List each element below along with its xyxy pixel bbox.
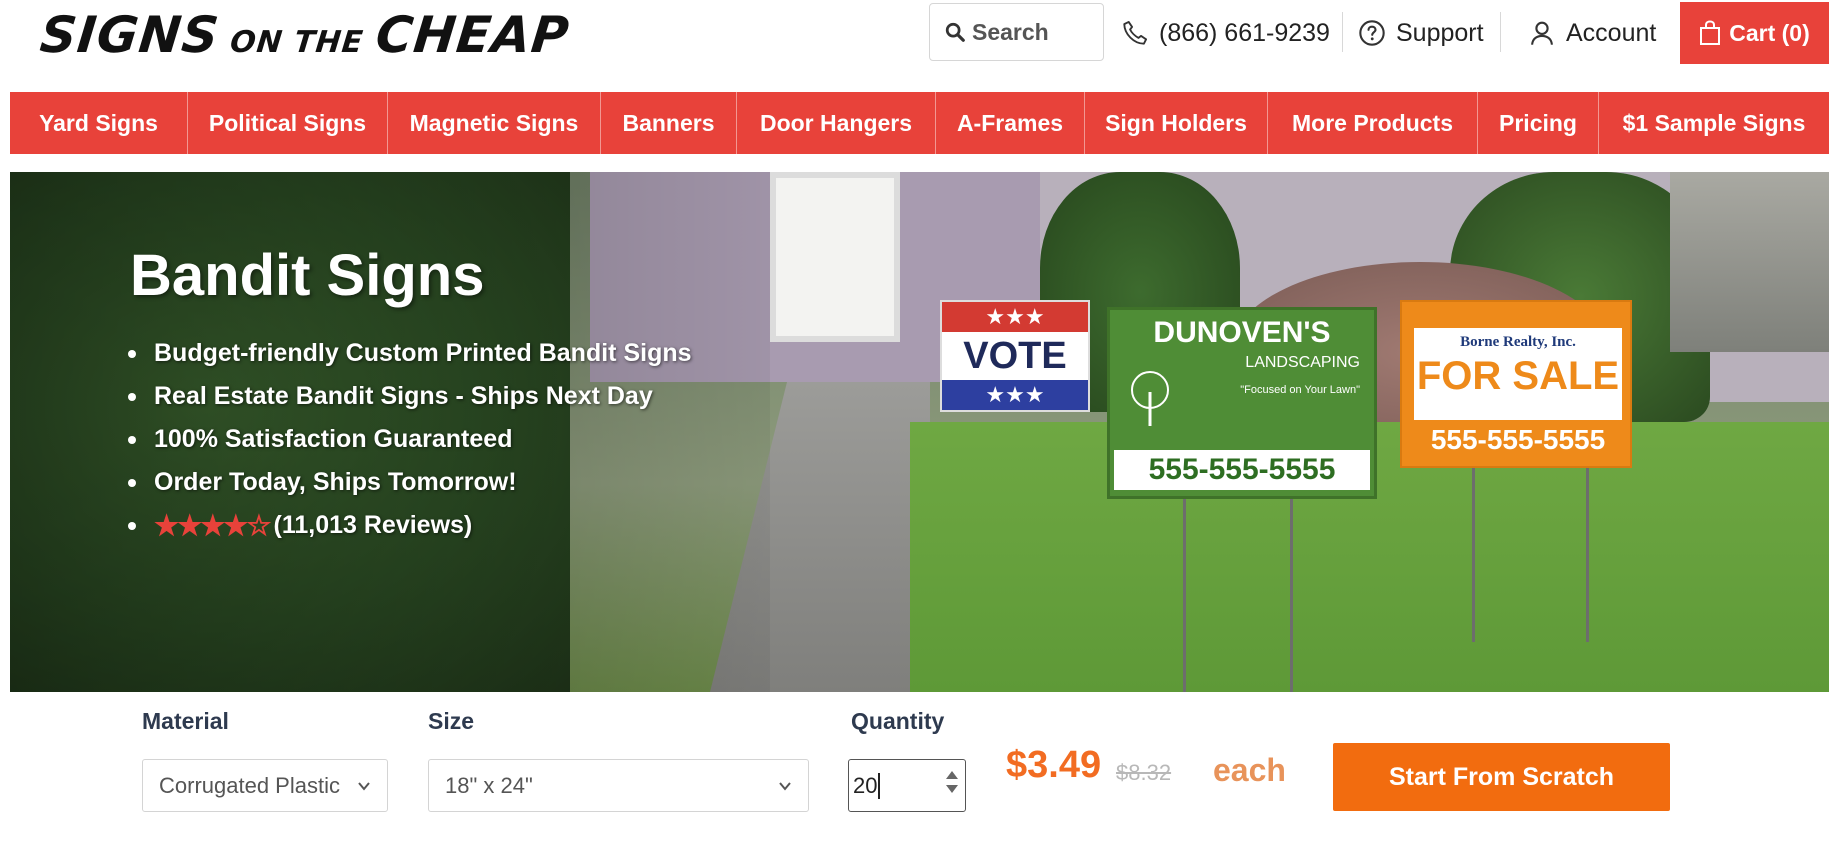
logo-word-signs: SIGNS xyxy=(37,6,223,64)
reviews-count: (11,013 Reviews) xyxy=(273,511,473,539)
user-icon xyxy=(1531,21,1553,45)
hero-bullet: Real Estate Bandit Signs - Ships Next Da… xyxy=(128,375,692,418)
header-divider xyxy=(1342,12,1343,52)
bullet-text: Real Estate Bandit Signs - Ships Next Da… xyxy=(154,382,653,410)
material-value: Corrugated Plastic xyxy=(159,772,340,798)
realty-name: Borne Realty, Inc. xyxy=(1460,334,1576,350)
shopping-bag-icon xyxy=(1700,20,1721,45)
hero-bullet: 100% Satisfaction Guaranteed xyxy=(128,418,692,461)
quantity-label: Quantity xyxy=(851,708,945,734)
search-box[interactable] xyxy=(929,3,1104,61)
size-label: Size xyxy=(428,708,475,734)
support-link[interactable]: Support xyxy=(1358,0,1484,66)
nav-item-sample-signs[interactable]: $1 Sample Signs xyxy=(1599,92,1829,154)
text-cursor xyxy=(878,772,881,799)
realty-house-panel: Borne Realty, Inc. FOR SALE xyxy=(1414,328,1622,420)
unit-price: $3.49 xyxy=(1006,744,1102,786)
nav-item-pricing[interactable]: Pricing xyxy=(1478,92,1599,154)
logo-word-cheap: CHEAP xyxy=(373,6,573,64)
sign-stake xyxy=(1290,492,1293,692)
tree-logo-icon xyxy=(1120,368,1180,428)
nav-item-sign-holders[interactable]: Sign Holders xyxy=(1085,92,1268,154)
nav-item-a-frames[interactable]: A-Frames xyxy=(936,92,1085,154)
material-select[interactable]: Corrugated Plastic xyxy=(142,759,388,812)
site-header: SIGNS ON THE CHEAP (866) 661-9239 Suppor… xyxy=(0,0,1829,66)
bullet-text: Order Today, Ships Tomorrow! xyxy=(154,468,517,496)
hero-bullets: Budget-friendly Custom Printed Bandit Si… xyxy=(128,332,692,547)
arrow-up-icon[interactable] xyxy=(945,770,959,780)
cart-label: Cart (0) xyxy=(1729,19,1810,46)
account-label: Account xyxy=(1566,18,1657,47)
nav-item-banners[interactable]: Banners xyxy=(601,92,737,154)
house-door xyxy=(770,172,900,342)
bullet-text: 100% Satisfaction Guaranteed xyxy=(154,425,513,453)
quantity-stepper[interactable]: 20 xyxy=(848,759,966,812)
realty-for-sale: FOR SALE xyxy=(1416,354,1620,398)
site-logo[interactable]: SIGNS ON THE CHEAP xyxy=(36,6,572,74)
phone-icon xyxy=(1123,20,1148,45)
hero-rating[interactable]: ★★★★☆ (11,013 Reviews) xyxy=(128,504,692,547)
cart-button[interactable]: Cart (0) xyxy=(1680,2,1829,64)
quantity-value[interactable]: 20 xyxy=(853,773,877,799)
hero-banner: ★★★ VOTE ★★★ DUNOVEN'S LANDSCAPING "Focu… xyxy=(10,172,1829,692)
realty-sign: Borne Realty, Inc. FOR SALE 555-555-5555 xyxy=(1400,300,1632,468)
landscaping-sign: DUNOVEN'S LANDSCAPING "Focused on Your L… xyxy=(1107,307,1377,499)
original-price: $8.32 xyxy=(1116,760,1172,785)
bullet-dot xyxy=(128,521,136,530)
help-circle-icon xyxy=(1359,20,1385,46)
stars-icon: ★★★ xyxy=(942,380,1088,410)
bullet-text: Budget-friendly Custom Printed Bandit Si… xyxy=(154,339,692,367)
phone-link[interactable]: (866) 661-9239 xyxy=(1121,0,1330,66)
search-icon xyxy=(945,22,965,42)
landscaping-name: DUNOVEN'S xyxy=(1153,316,1331,349)
search-input[interactable] xyxy=(972,18,1092,46)
nav-item-yard-signs[interactable]: Yard Signs xyxy=(10,92,188,154)
bullet-dot xyxy=(128,349,136,358)
stone-wall xyxy=(1670,172,1829,352)
chevron-down-icon xyxy=(779,782,791,791)
sign-stake xyxy=(1183,492,1186,692)
nav-item-political-signs[interactable]: Political Signs xyxy=(188,92,388,154)
logo-word-on-the: ON THE xyxy=(228,25,366,60)
nav-item-magnetic-signs[interactable]: Magnetic Signs xyxy=(388,92,601,154)
material-label: Material xyxy=(142,708,229,734)
hero-bullet: Order Today, Ships Tomorrow! xyxy=(128,461,692,504)
hero-title: Bandit Signs xyxy=(130,243,485,308)
size-value: 18" x 24" xyxy=(445,772,533,798)
phone-number: (866) 661-9239 xyxy=(1159,18,1330,47)
main-nav: Yard Signs Political Signs Magnetic Sign… xyxy=(10,92,1829,154)
star-rating-icon: ★★★★☆ xyxy=(154,510,272,541)
chevron-down-icon xyxy=(358,782,370,791)
nav-item-more-products[interactable]: More Products xyxy=(1268,92,1478,154)
spinner-arrows[interactable] xyxy=(945,770,959,794)
landscaping-phone: 555-555-5555 xyxy=(1114,450,1370,490)
header-divider xyxy=(1500,12,1501,52)
stars-icon: ★★★ xyxy=(942,302,1088,332)
arrow-down-icon[interactable] xyxy=(945,784,959,794)
price-unit-label: each xyxy=(1213,752,1286,788)
start-from-scratch-button[interactable]: Start From Scratch xyxy=(1333,743,1670,811)
hero-bullet: Budget-friendly Custom Printed Bandit Si… xyxy=(128,332,692,375)
vote-sign: ★★★ VOTE ★★★ xyxy=(940,300,1090,412)
bullet-dot xyxy=(128,478,136,487)
account-link[interactable]: Account xyxy=(1528,0,1656,66)
bullet-dot xyxy=(128,435,136,444)
size-select[interactable]: 18" x 24" xyxy=(428,759,809,812)
realty-phone: 555-555-5555 xyxy=(1430,424,1606,455)
bullet-dot xyxy=(128,392,136,401)
nav-item-door-hangers[interactable]: Door Hangers xyxy=(737,92,936,154)
vote-text: VOTE xyxy=(963,335,1067,377)
support-label: Support xyxy=(1396,18,1484,47)
